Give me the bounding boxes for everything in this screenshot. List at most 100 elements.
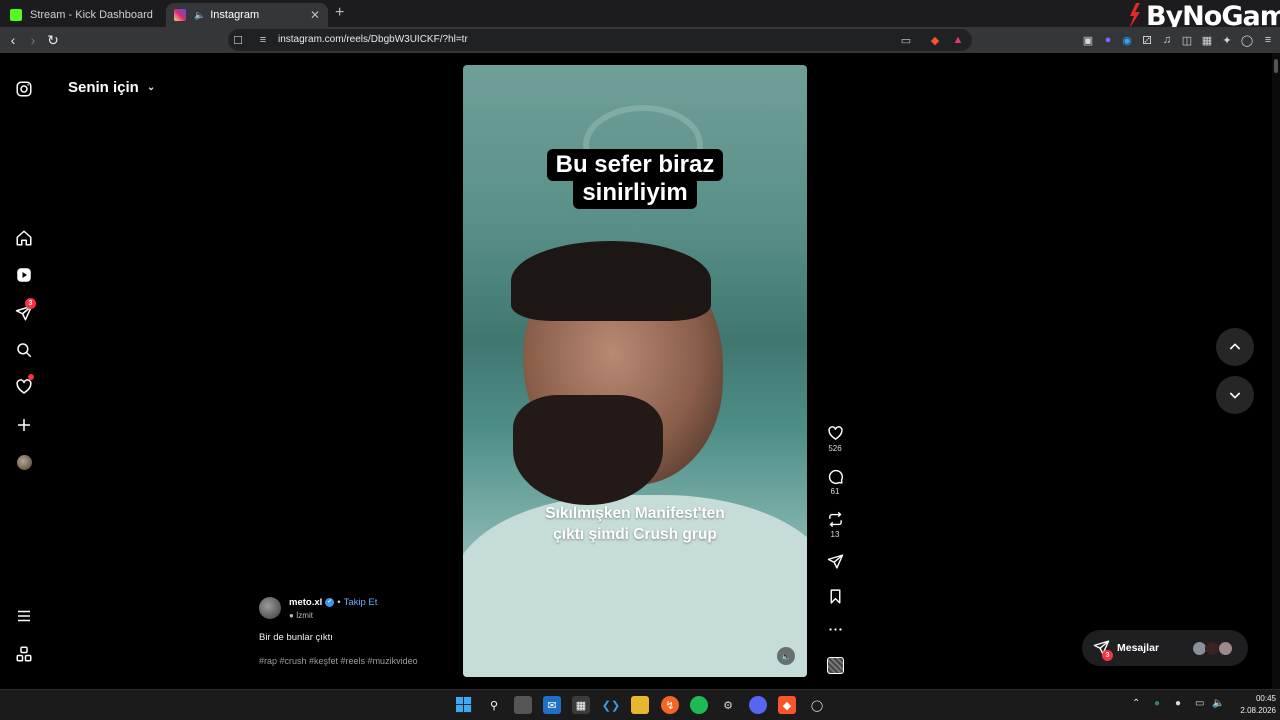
extension-screen-icon[interactable]: ▣ [1081,33,1095,47]
heart-icon[interactable] [827,425,844,442]
tray-app-icon[interactable]: ● [1154,698,1160,709]
reload-button[interactable]: ↻ [45,32,61,48]
cast-icon[interactable]: ▭ [898,32,914,48]
feed-title-text: Senin için [68,79,139,96]
author-username[interactable]: meto.xl [289,597,322,608]
location-pin-icon: ● [289,611,294,620]
more-options-action[interactable] [823,621,847,638]
author-avatar[interactable] [259,597,281,619]
file-explorer-icon[interactable] [631,696,649,714]
profile-avatar[interactable] [14,452,34,472]
browser-tab-bar: Stream - Kick Dashboard 🔈 Instagram ✕ + … [0,0,1280,32]
windows-taskbar: ⚲ ✉ ▦ ❮❯ ↯ ⚙ ◆ ◯ ⌃ ● ● ▭ 🔈 00:45 2.08.20… [0,689,1280,720]
leo-ai-icon[interactable]: ✦ [1220,33,1234,47]
discord-icon[interactable] [749,696,767,714]
extensions-puzzle-icon[interactable]: ⚂ [1140,33,1154,47]
repost-action[interactable]: 13 [823,511,847,539]
more-dots-icon[interactable] [827,621,844,638]
feed-selector[interactable]: Senin için ⌄ [68,79,155,96]
steam-icon[interactable]: ⚙ [719,696,737,714]
clock-time: 00:45 [1255,694,1276,703]
audio-track-thumbnail[interactable] [827,657,844,674]
avatar [1218,641,1233,656]
reel-video[interactable]: Bu sefer biraz sinirliyim Sıkılmışken Ma… [463,65,807,677]
network-icon[interactable]: ▭ [1195,698,1204,709]
page-scrollbar[interactable] [1272,53,1280,689]
app-gear-icon[interactable]: ◯ [808,696,826,714]
next-reel-button[interactable] [1216,376,1254,414]
new-tab-button[interactable]: + [335,4,344,22]
direct-messages-icon[interactable]: 3 [14,298,36,323]
notification-badge: 3 [25,298,36,309]
messages-label: Mesajlar [1117,642,1160,654]
notifications-heart-icon[interactable] [14,374,34,397]
extension-purple-icon[interactable]: ● [1101,33,1115,47]
create-plus-icon[interactable] [14,415,34,435]
tray-chevron-icon[interactable]: ⌃ [1132,698,1140,709]
instagram-logo-icon[interactable] [14,79,34,99]
tab-instagram[interactable]: 🔈 Instagram ✕ [166,3,328,27]
messages-button[interactable]: 3 Mesajlar [1082,630,1248,666]
address-bar[interactable]: ☐ ≡ instagram.com/reels/DbgbW3UICKF/?hl=… [228,29,972,51]
taskbar-clock[interactable]: 00:45 2.08.2026 [1228,693,1276,717]
volume-icon[interactable]: 🔈 [1212,698,1224,709]
repost-icon[interactable] [827,511,844,528]
comment-action[interactable]: 61 [823,468,847,496]
menu-icon[interactable]: ≡ [1261,33,1275,47]
scrollbar-thumb[interactable] [1274,59,1278,73]
share-icon[interactable] [827,553,844,570]
brave-rewards-icon[interactable]: ▲ [950,32,966,48]
bookmark-icon[interactable] [827,588,844,605]
tab-kick-dashboard[interactable]: Stream - Kick Dashboard [2,3,166,27]
follow-button[interactable]: Takip Et [344,597,378,608]
media-icon[interactable]: ♫ [1160,33,1174,47]
reels-icon[interactable] [14,265,34,285]
clock-date: 2.08.2026 [1240,706,1276,715]
verified-badge-icon: ✓ [325,597,335,607]
task-view-icon[interactable] [514,696,532,714]
taskbar-search-icon[interactable]: ⚲ [485,696,503,714]
mute-toggle-icon[interactable]: 🔈 [777,647,795,665]
chevron-up-icon [1229,343,1241,350]
vpn-icon[interactable]: ◯ [1240,33,1254,47]
sidebar-toggle-icon[interactable]: ◫ [1180,33,1194,47]
site-info-icon[interactable]: ≡ [255,32,271,48]
extension-blue-icon[interactable]: ◉ [1120,33,1134,47]
vscode-icon[interactable]: ❮❯ [602,696,620,714]
author-location[interactable]: ● İzmit [289,611,313,620]
app-orange-icon[interactable]: ↯ [661,696,679,714]
chevron-down-icon [1229,392,1241,399]
instagram-page: Senin için ⌄ 3 Bu sefer biraz sinirliyim… [0,53,1272,689]
bookmark-icon[interactable]: ☐ [230,32,246,48]
brave-shield-icon[interactable]: ◆ [927,32,943,48]
spotify-icon[interactable] [690,696,708,714]
reel-hashtags[interactable]: #rap #crush #keşfet #reels #muzikvideo [259,656,418,666]
video-hair-shape [511,241,711,321]
comment-icon[interactable] [827,468,844,485]
video-caption: Bu sefer biraz sinirliyim [463,149,807,209]
search-icon[interactable] [14,340,34,360]
instagram-favicon-icon [174,9,186,21]
previous-reel-button[interactable] [1216,328,1254,366]
speaker-icon[interactable]: 🔈 [194,10,205,21]
brave-browser-icon[interactable]: ◆ [778,696,796,714]
store-icon[interactable]: ▦ [572,696,590,714]
back-button[interactable]: ‹ [5,32,21,48]
close-tab-icon[interactable]: ✕ [310,8,320,22]
outlook-icon[interactable]: ✉ [543,696,561,714]
also-from-meta-icon[interactable] [14,644,34,664]
more-menu-icon[interactable] [14,606,34,626]
notification-dot [28,374,34,380]
separator-dot: • [337,597,341,608]
home-icon[interactable] [14,228,34,248]
like-action[interactable]: 526 [823,425,847,453]
video-subtitle-line: çıktı şimdi Crush grup [553,526,717,543]
save-action[interactable] [823,588,847,605]
share-action[interactable] [823,553,847,570]
start-windows-icon[interactable] [455,696,473,714]
microphone-icon[interactable]: ● [1175,698,1181,709]
tab-title: Instagram [210,9,260,21]
forward-button[interactable]: › [25,32,41,48]
wallet-icon[interactable]: ▦ [1200,33,1214,47]
url-text[interactable]: instagram.com/reels/DbgbW3UICKF/?hl=tr [278,34,468,45]
